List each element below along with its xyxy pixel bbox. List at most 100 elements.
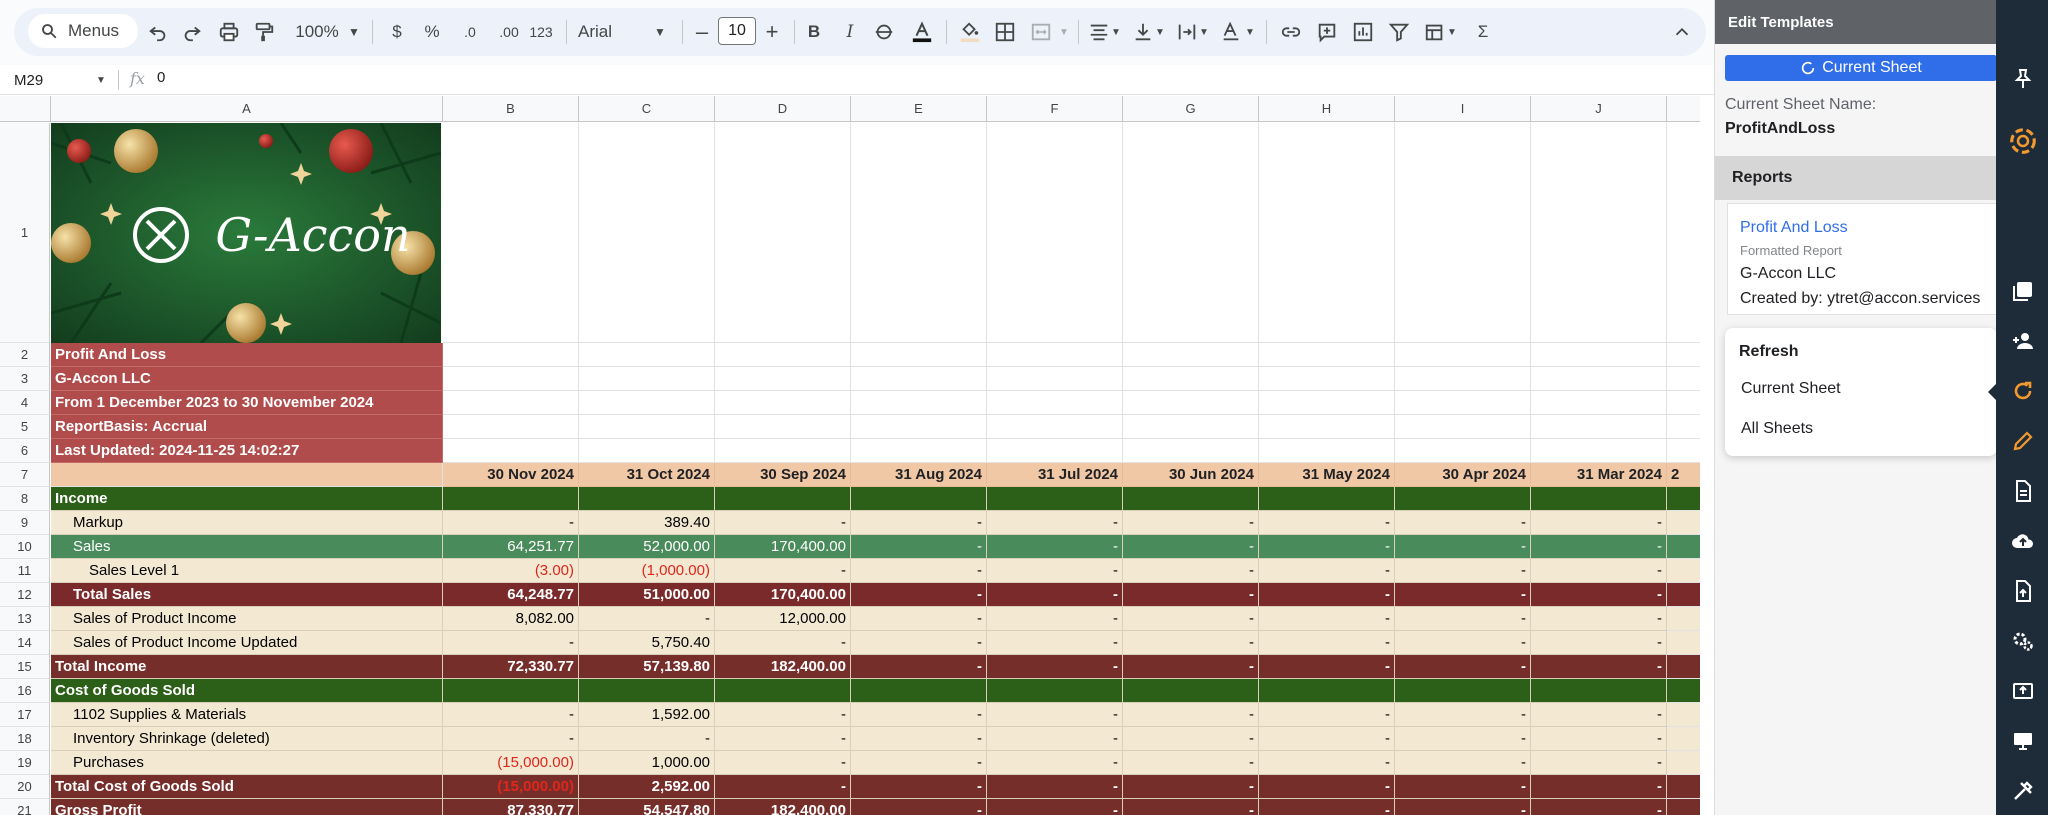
- row-header-19[interactable]: 19: [0, 751, 50, 775]
- value-cell[interactable]: -: [1123, 775, 1259, 799]
- value-cell[interactable]: -: [1259, 511, 1395, 535]
- cell-empty[interactable]: [1259, 123, 1395, 343]
- cell-empty[interactable]: [851, 343, 987, 367]
- value-cell[interactable]: -: [851, 703, 987, 727]
- refresh-all-sheets-item[interactable]: All Sheets: [1741, 420, 1813, 438]
- value-cell[interactable]: -: [851, 607, 987, 631]
- cell-empty[interactable]: [1123, 415, 1259, 439]
- cell-empty[interactable]: [1667, 679, 1700, 703]
- row-label-cell[interactable]: Income: [51, 487, 443, 511]
- edit-pencil-icon[interactable]: [2010, 428, 2036, 454]
- value-cell[interactable]: 87,330.77: [443, 799, 579, 815]
- value-cell[interactable]: -: [1531, 631, 1667, 655]
- collapse-menus-icon[interactable]: [1670, 16, 1694, 48]
- row-label-cell[interactable]: Sales of Product Income: [51, 607, 443, 631]
- cell-empty[interactable]: [1531, 439, 1667, 463]
- cell-empty[interactable]: [1259, 415, 1395, 439]
- value-cell[interactable]: -: [851, 751, 987, 775]
- bold-button[interactable]: B: [802, 16, 826, 48]
- report-library-icon[interactable]: [2010, 278, 2036, 304]
- date-header-cell[interactable]: 30 Nov 2024: [443, 463, 579, 487]
- value-cell[interactable]: -: [1123, 535, 1259, 559]
- value-cell[interactable]: -: [579, 727, 715, 751]
- value-cell[interactable]: 182,400.00: [715, 799, 851, 815]
- percent-format-button[interactable]: %: [420, 16, 444, 48]
- value-cell[interactable]: 64,251.77: [443, 535, 579, 559]
- value-cell[interactable]: -: [851, 583, 987, 607]
- text-rotation-icon[interactable]: [1218, 16, 1244, 48]
- value-cell[interactable]: -: [1123, 559, 1259, 583]
- cell-empty[interactable]: [1531, 415, 1667, 439]
- value-cell[interactable]: (3.00): [443, 559, 579, 583]
- row-label-cell[interactable]: Total Sales: [51, 583, 443, 607]
- select-all-corner[interactable]: [0, 96, 51, 122]
- borders-icon[interactable]: [992, 16, 1018, 48]
- value-cell[interactable]: -: [1531, 727, 1667, 751]
- value-cell[interactable]: -: [987, 535, 1123, 559]
- fill-color-icon[interactable]: [956, 16, 984, 48]
- cell-empty[interactable]: [1667, 343, 1700, 367]
- value-cell[interactable]: [443, 487, 579, 511]
- value-cell[interactable]: -: [1395, 631, 1531, 655]
- row-header-17[interactable]: 17: [0, 703, 50, 727]
- value-cell[interactable]: -: [1395, 799, 1531, 815]
- value-cell[interactable]: -: [1395, 727, 1531, 751]
- cell-empty[interactable]: [1667, 511, 1700, 535]
- cell-empty[interactable]: [851, 439, 987, 463]
- row-header-4[interactable]: 4: [0, 391, 50, 415]
- cell-empty[interactable]: [1667, 775, 1700, 799]
- row-label-cell[interactable]: Cost of Goods Sold: [51, 679, 443, 703]
- date-header-cell[interactable]: 31 Oct 2024: [579, 463, 715, 487]
- functions-icon[interactable]: Σ: [1470, 16, 1496, 48]
- report-header-cell[interactable]: ReportBasis: Accrual: [51, 415, 443, 439]
- filter-views-icon[interactable]: [1422, 16, 1448, 48]
- cell-empty[interactable]: [851, 415, 987, 439]
- add-user-icon[interactable]: [2010, 328, 2036, 354]
- date-header-cell[interactable]: 2: [1667, 463, 1700, 487]
- row-header-7[interactable]: 7: [0, 463, 50, 487]
- chevron-down-icon[interactable]: ▼: [652, 16, 668, 48]
- value-cell[interactable]: -: [1395, 511, 1531, 535]
- row-label-cell[interactable]: Sales: [51, 535, 443, 559]
- increase-font-size-button[interactable]: +: [760, 16, 784, 48]
- cell-empty[interactable]: [1531, 391, 1667, 415]
- increase-decimals-button[interactable]: .00: [492, 16, 526, 48]
- value-cell[interactable]: -: [987, 727, 1123, 751]
- cell-empty[interactable]: [1667, 123, 1700, 343]
- value-cell[interactable]: 12,000.00: [715, 607, 851, 631]
- formula-input[interactable]: 0: [157, 69, 165, 86]
- column-header-i[interactable]: I: [1395, 96, 1531, 122]
- value-cell[interactable]: -: [1123, 751, 1259, 775]
- cell-empty[interactable]: [1531, 123, 1667, 343]
- row-label-cell[interactable]: Total Income: [51, 655, 443, 679]
- cell-empty[interactable]: [987, 367, 1123, 391]
- value-cell[interactable]: -: [715, 703, 851, 727]
- value-cell[interactable]: -: [715, 511, 851, 535]
- cell-empty[interactable]: [987, 439, 1123, 463]
- cell-empty[interactable]: [1667, 439, 1700, 463]
- font-select[interactable]: Arial: [578, 16, 688, 48]
- cell-empty[interactable]: [1395, 367, 1531, 391]
- value-cell[interactable]: -: [987, 583, 1123, 607]
- value-cell[interactable]: [579, 487, 715, 511]
- cell-empty[interactable]: [579, 391, 715, 415]
- value-cell[interactable]: -: [1259, 607, 1395, 631]
- value-cell[interactable]: -: [987, 655, 1123, 679]
- decrease-decimals-button[interactable]: .0: [455, 16, 485, 48]
- value-cell[interactable]: -: [1259, 583, 1395, 607]
- chevron-down-icon[interactable]: ▼: [1110, 16, 1122, 48]
- value-cell[interactable]: [443, 679, 579, 703]
- value-cell[interactable]: 5,750.40: [579, 631, 715, 655]
- value-cell[interactable]: -: [987, 559, 1123, 583]
- value-cell[interactable]: -: [715, 631, 851, 655]
- row-header-1[interactable]: 1: [0, 123, 50, 343]
- value-cell[interactable]: -: [443, 703, 579, 727]
- strikethrough-icon[interactable]: [872, 16, 896, 48]
- value-cell[interactable]: -: [579, 607, 715, 631]
- value-cell[interactable]: [1123, 487, 1259, 511]
- value-cell[interactable]: [987, 487, 1123, 511]
- row-label-cell[interactable]: Sales of Product Income Updated: [51, 631, 443, 655]
- cell-empty[interactable]: [851, 391, 987, 415]
- row-header-13[interactable]: 13: [0, 607, 50, 631]
- spreadsheet-grid[interactable]: ABCDEFGHIJ 1 2 3 4 5 6 7 8 9 10 11 12 13 14 15 16 17 18 19…: [0, 96, 1700, 815]
